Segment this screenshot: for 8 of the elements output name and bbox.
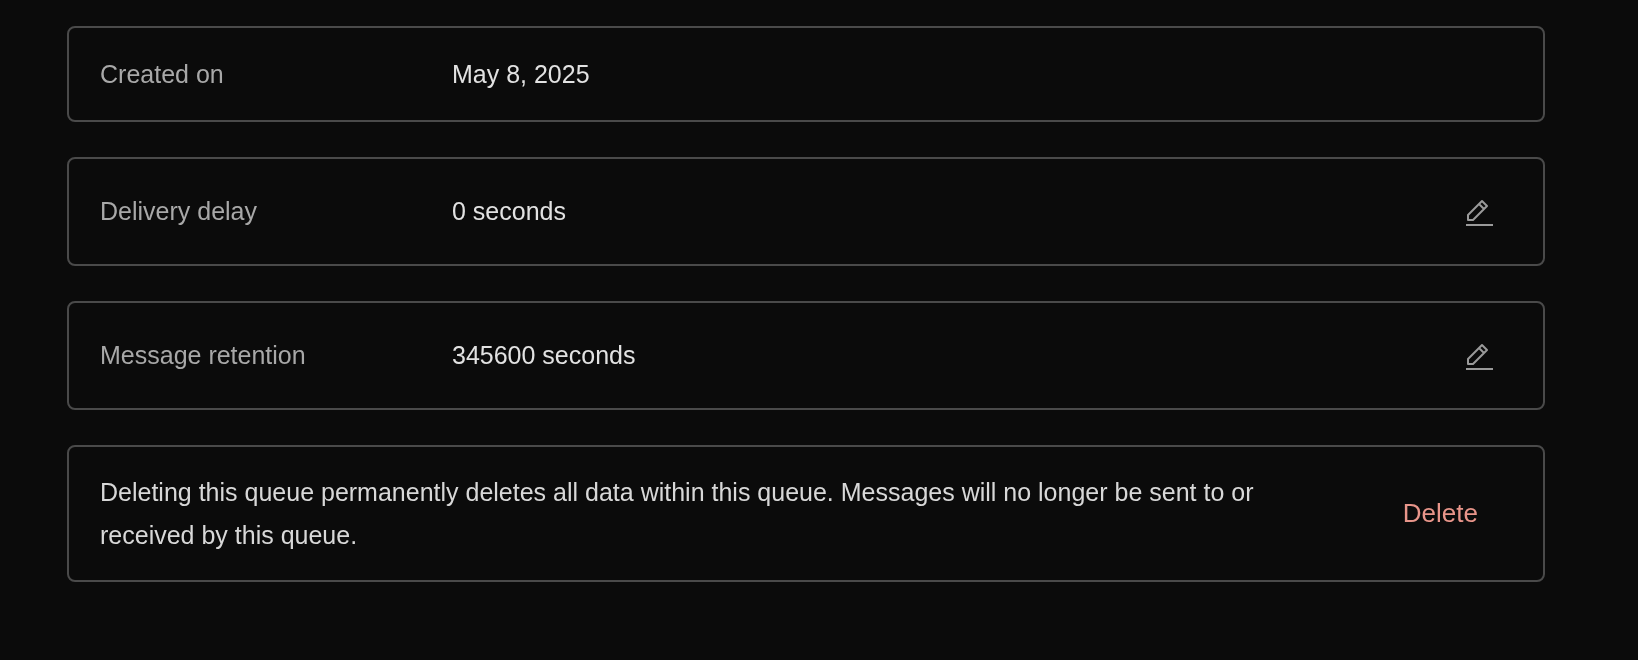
setting-value: 345600 seconds	[452, 341, 637, 370]
setting-label: Message retention	[100, 341, 307, 370]
setting-label: Delivery delay	[100, 197, 258, 226]
setting-value: May 8, 2025	[452, 59, 591, 89]
setting-value: 0 seconds	[452, 197, 567, 226]
setting-label: Created on	[100, 59, 225, 89]
warning-text: Deleting this queue permanently deletes all data within this queue. Messages will no longer be sent to or received by this queue.	[100, 476, 1255, 551]
delete-button[interactable]: Delete	[1402, 498, 1478, 529]
